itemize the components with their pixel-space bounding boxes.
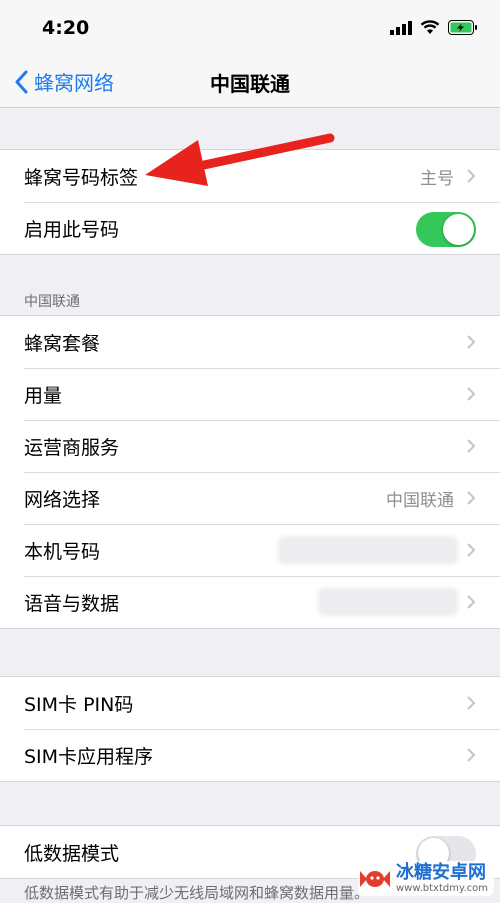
status-time: 4:20 [42, 17, 90, 39]
row-label: 启用此号码 [24, 218, 120, 241]
row-label: 低数据模式 [24, 842, 120, 865]
red-arrow-annotation [145, 133, 335, 186]
row-label: 蜂窝套餐 [24, 332, 101, 355]
row-label: 本机号码 [24, 540, 101, 563]
row-voice-data[interactable]: 语音与数据 [0, 576, 500, 628]
row-cellular-plan[interactable]: 蜂窝套餐 [0, 316, 500, 368]
row-label: 语音与数据 [24, 592, 120, 615]
row-label: SIM卡 PIN码 [24, 693, 134, 716]
navigation-bar: 蜂窝网络 中国联通 [0, 55, 500, 108]
section-header: 中国联通 [24, 294, 80, 310]
wifi-icon [420, 20, 440, 34]
chevron-right-icon [467, 387, 476, 401]
row-value: 主号 [420, 168, 454, 189]
status-bar: 4:20 [0, 0, 500, 60]
blurred-value [318, 588, 458, 616]
chevron-right-icon [467, 335, 476, 349]
sim-settings-group: SIM卡 PIN码 SIM卡应用程序 [0, 676, 500, 782]
row-sim-applications[interactable]: SIM卡应用程序 [0, 729, 500, 781]
enable-number-toggle[interactable] [416, 212, 476, 247]
candy-logo-icon [359, 870, 390, 887]
status-icons [390, 20, 478, 35]
watermark: 冰糖安卓网 www.btxtdmy.com [357, 861, 494, 896]
chevron-right-icon [467, 748, 476, 762]
row-usage[interactable]: 用量 [0, 368, 500, 420]
chevron-right-icon [467, 543, 476, 557]
row-enable-number: 启用此号码 [0, 202, 500, 254]
watermark-title: 冰糖安卓网 [395, 862, 486, 884]
chevron-right-icon [467, 491, 476, 505]
row-sim-pin[interactable]: SIM卡 PIN码 [0, 677, 500, 729]
row-label: 用量 [24, 384, 63, 407]
row-label: 运营商服务 [24, 436, 120, 459]
carrier-settings-group: 蜂窝套餐 用量 运营商服务 网络选择 中国联通 本机号码 语音与数据 [0, 315, 500, 629]
row-label: 网络选择 [24, 488, 101, 511]
page-title: 中国联通 [210, 72, 290, 96]
chevron-right-icon [467, 169, 476, 183]
row-network-selection[interactable]: 网络选择 中国联通 [0, 472, 500, 524]
row-label: 蜂窝号码标签 [24, 166, 139, 189]
signal-icon [390, 20, 412, 35]
chevron-right-icon [467, 595, 476, 609]
battery-charging-icon [448, 20, 477, 35]
row-value: 中国联通 [386, 490, 454, 511]
row-my-number[interactable]: 本机号码 [0, 524, 500, 576]
row-label: SIM卡应用程序 [24, 745, 154, 768]
watermark-url: www.btxtdmy.com [395, 883, 488, 894]
chevron-right-icon [467, 439, 476, 453]
toggle-knob [443, 214, 474, 245]
chevron-right-icon [467, 696, 476, 710]
row-carrier-services[interactable]: 运营商服务 [0, 420, 500, 472]
blurred-value [278, 536, 458, 564]
